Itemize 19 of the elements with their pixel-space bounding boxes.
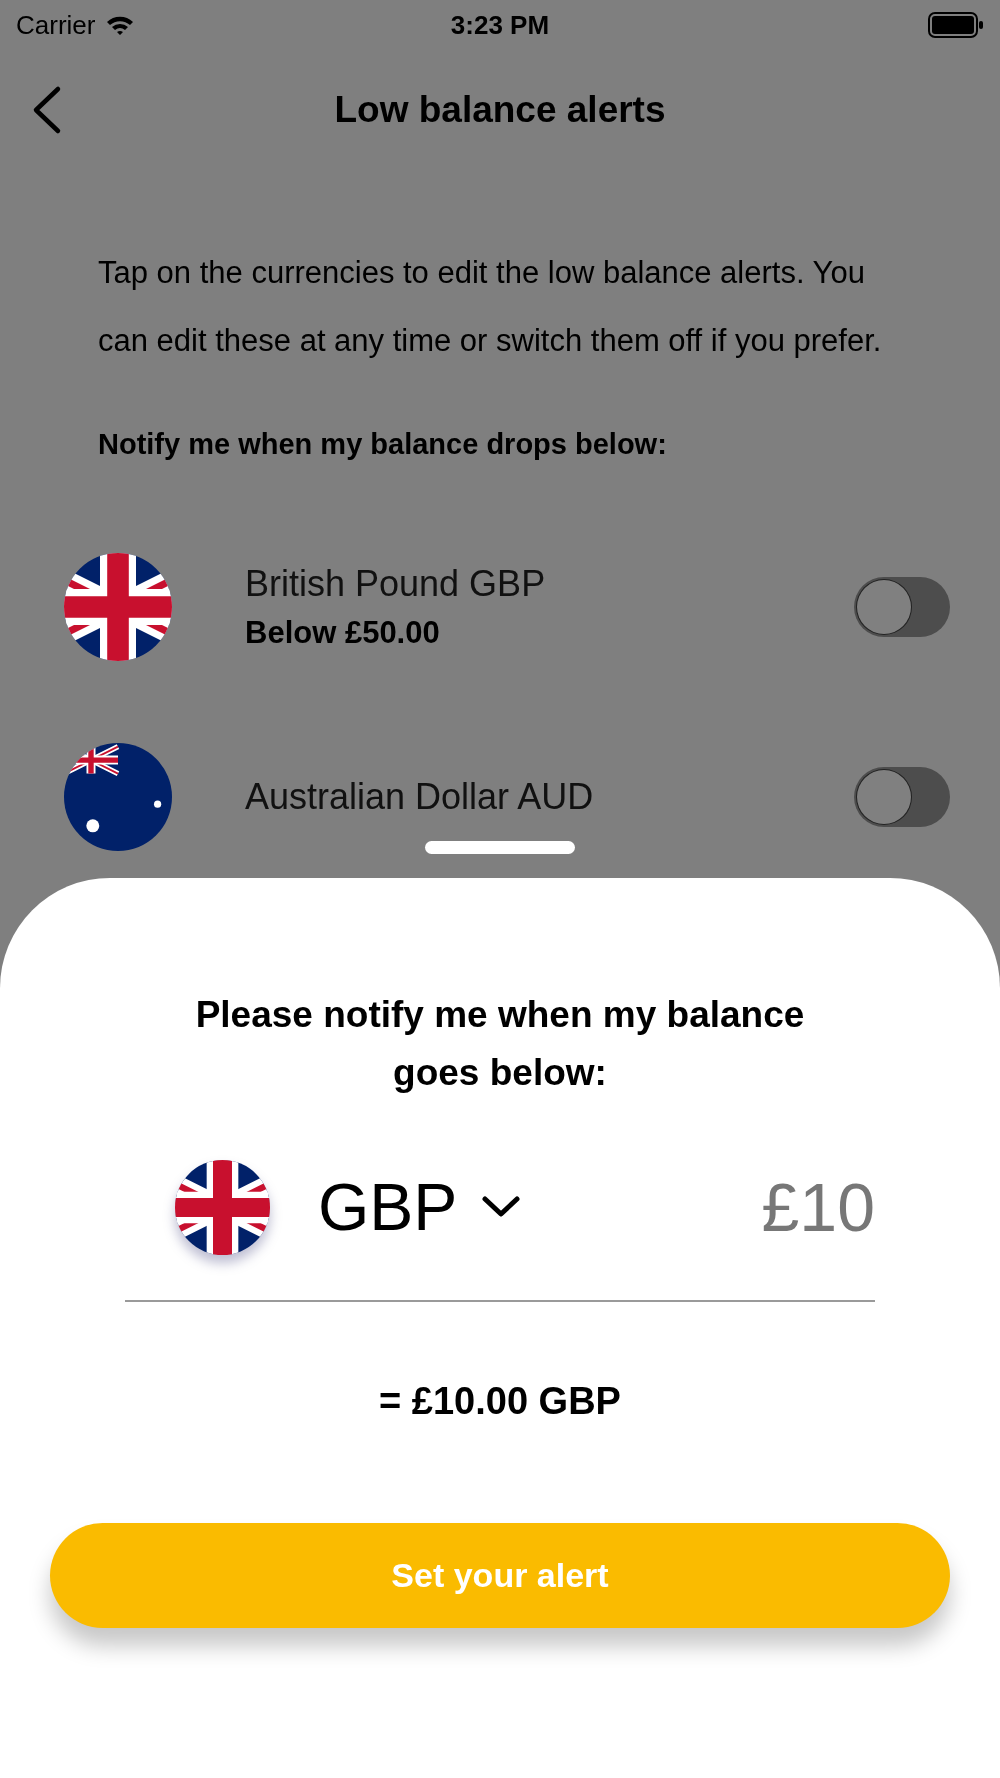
alert-toggle[interactable] [854,577,950,637]
wifi-icon [105,14,136,36]
clock: 3:23 PM [450,9,550,40]
battery-icon [928,12,984,38]
currency-picker[interactable]: GBP [318,1169,522,1245]
sheet-handle[interactable] [425,841,575,854]
currency-name: Australian Dollar AUD [245,776,595,818]
page-title: Low balance alerts [333,89,667,131]
alert-threshold: Below £50.00 [245,615,441,651]
converted-amount: = £10.00 GBP [379,1380,621,1423]
sheet-title: Please notify me when my balance goes below: [194,993,806,1095]
caret-icon [481,1194,522,1220]
amount-field[interactable]: £10 [521,1162,875,1252]
intro-text: Tap on the currencies to edit the low balance alerts. You can edit these at any time or switch them off if you prefer. [98,254,883,360]
currency-name: British Pound GBP [245,563,547,605]
prompt-text: Notify me when my balance drops below: [98,427,668,462]
carrier-label: Carrier [16,9,96,41]
union-jack-flag-icon [175,1159,270,1255]
alert-toggle[interactable] [854,767,950,827]
